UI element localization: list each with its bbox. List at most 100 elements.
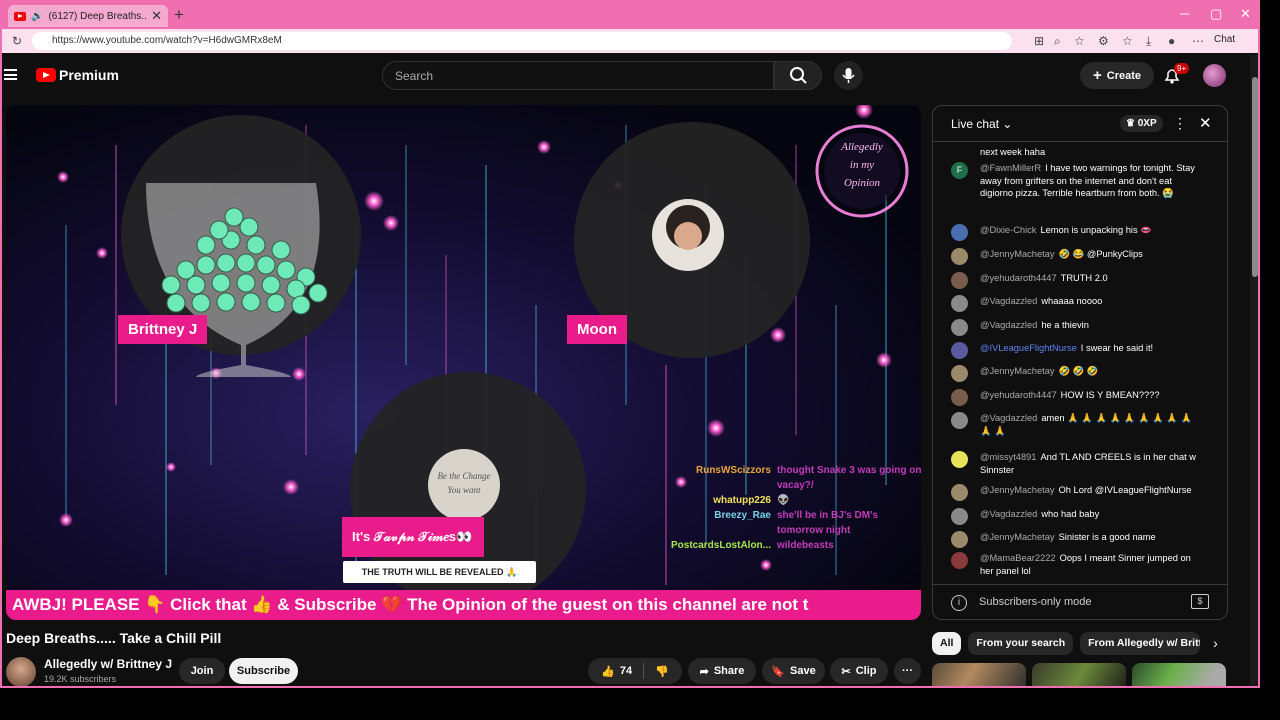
chat-avatar[interactable] (951, 552, 968, 569)
speaker-icon[interactable]: 🔊 (31, 11, 43, 22)
chat-messages[interactable]: next week haha F @FawnMillerR I have two wa… (933, 142, 1227, 582)
extension-icon[interactable]: ⚙ (1098, 34, 1109, 48)
chat-author[interactable]: @IVLeagueFlightNurse (980, 343, 1077, 353)
youtube-logo[interactable]: Premium (36, 67, 119, 83)
chip-from-channel[interactable]: From Allegedly w/ Britt (1080, 632, 1201, 655)
reload-icon[interactable]: ↻ (12, 34, 22, 48)
channel-avatar[interactable] (6, 657, 36, 686)
chat-menu-icon[interactable]: ⋮ (1173, 115, 1187, 132)
chat-message: @yehudaroth4447 TRUTH 2.0 (951, 272, 1201, 289)
close-window-icon[interactable]: ✕ (1240, 6, 1251, 22)
scrollbar-thumb[interactable] (1252, 77, 1258, 277)
chat-avatar[interactable] (951, 389, 968, 406)
join-button[interactable]: Join (179, 658, 225, 684)
zoom-icon[interactable]: ⌕ (1054, 34, 1061, 49)
more-actions-button[interactable]: ··· (894, 658, 921, 684)
thumbnail[interactable] (932, 663, 1026, 686)
chat-avatar[interactable] (951, 451, 968, 468)
chat-avatar[interactable] (951, 295, 968, 312)
xp-badge[interactable]: ♛ 0XP (1120, 115, 1163, 132)
reader-icon[interactable]: ⊞ (1034, 34, 1044, 48)
thumbs-down-icon[interactable]: 👎 (655, 665, 669, 678)
chat-message: @JennyMachetay 🤣 😂 @PunkyClips (951, 248, 1201, 265)
chat-message: next week haha (951, 146, 1201, 159)
chat-author[interactable]: @JennyMachetay (980, 532, 1055, 542)
chat-author[interactable]: @yehudaroth4447 (980, 390, 1057, 400)
chat-text: HOW IS Y BMEAN???? (1060, 390, 1160, 400)
video-player[interactable]: Allegedly in my Opinion Be the Change Yo… (6, 105, 921, 620)
chat-message: @JennyMachetay Oh Lord @IVLeagueFlightNur… (951, 484, 1201, 501)
chat-author[interactable]: @yehudaroth4447 (980, 273, 1057, 283)
menu-icon[interactable] (4, 69, 17, 80)
chat-author[interactable]: @Vagdazzled (980, 413, 1037, 423)
chat-avatar[interactable] (951, 365, 968, 382)
chip-from-search[interactable]: From your search (968, 632, 1074, 655)
chip-all[interactable]: All (932, 632, 962, 655)
chat-avatar[interactable] (951, 272, 968, 289)
youtube-logo-icon (36, 68, 56, 82)
guest-name-tag: Moon (567, 315, 627, 344)
overlay-chat-message: thought Snake 3 was going on vacay?/ (777, 465, 921, 491)
voice-search-button[interactable] (834, 61, 863, 90)
save-label: Save (790, 665, 816, 677)
chat-author[interactable]: @Vagdazzled (980, 296, 1037, 306)
recommendation-chips: All From your search From Allegedly w/ B… (932, 632, 1218, 655)
chat-avatar[interactable] (951, 508, 968, 525)
thumbnail[interactable] (1032, 663, 1126, 686)
tab-close-icon[interactable]: ✕ (151, 8, 162, 24)
chat-author[interactable]: @JennyMachetay (980, 485, 1055, 495)
chat-author[interactable]: @missyt4891 (980, 452, 1036, 462)
chat-author[interactable]: @FawnMillerR (980, 163, 1041, 173)
maximize-icon[interactable]: ▢ (1210, 6, 1222, 22)
info-icon[interactable]: i (951, 595, 967, 611)
thumbnail[interactable] (1132, 663, 1226, 686)
clip-button[interactable]: ✂ Clip (830, 658, 888, 684)
share-button[interactable]: ➦ Share (688, 658, 756, 684)
chat-author[interactable]: @Dixie-Chick (980, 225, 1036, 235)
favorites-icon[interactable]: ☆ (1122, 34, 1133, 48)
download-icon[interactable]: ⤓ (1146, 34, 1151, 49)
page-scrollbar[interactable] (1250, 55, 1258, 686)
search-button[interactable] (774, 61, 822, 90)
chat-message: @Vagdazzled whaaaa noooo (951, 295, 1201, 312)
subscribers-only-label: Subscribers-only mode (979, 596, 1092, 608)
profile-icon[interactable]: ● (1168, 34, 1175, 48)
create-label: Create (1106, 69, 1141, 82)
chat-author[interactable]: @JennyMachetay (980, 366, 1055, 376)
chat-avatar[interactable]: F (951, 162, 968, 179)
chat-author[interactable]: @JennyMachetay (980, 249, 1055, 259)
chat-avatar[interactable] (951, 248, 968, 265)
channel-name[interactable]: Allegedly w/ Brittney J (44, 657, 172, 671)
chat-avatar[interactable] (951, 224, 968, 241)
minimize-icon[interactable]: ─ (1180, 6, 1189, 21)
new-tab-button[interactable]: + (174, 5, 184, 25)
like-button[interactable]: 👍 74 (601, 665, 632, 678)
search-input[interactable]: Search (382, 61, 774, 90)
chat-text: 🤣 🤣 🤣 (1058, 366, 1099, 376)
chat-author[interactable]: @Vagdazzled (980, 320, 1037, 330)
chat-avatar[interactable] (951, 319, 968, 336)
live-chat-title[interactable]: Live chat ⌄ (951, 117, 1012, 131)
subscribe-button[interactable]: Subscribe (229, 658, 298, 684)
create-button[interactable]: + Create (1080, 62, 1154, 89)
chat-avatar[interactable] (951, 484, 968, 501)
account-avatar[interactable] (1203, 64, 1226, 87)
url-field[interactable]: https://www.youtube.com/watch?v=H6dwGMRx… (32, 32, 1012, 50)
url-text: https://www.youtube.com/watch?v=H6dwGMRx… (52, 35, 282, 46)
chat-author[interactable]: @MamaBear2222 (980, 553, 1056, 563)
svg-text:Opinion: Opinion (844, 177, 881, 189)
copilot-chat-button[interactable]: Chat (1214, 34, 1235, 45)
more-icon[interactable]: ⋯ (1192, 34, 1204, 48)
bookmark-icon: 🔖 (771, 665, 785, 678)
chat-avatar[interactable] (951, 531, 968, 548)
browser-tab[interactable]: 🔊 (6127) Deep Breaths..... Take a ✕ (8, 5, 168, 27)
chat-close-icon[interactable]: ✕ (1199, 114, 1212, 132)
chat-avatar[interactable] (951, 342, 968, 359)
overlay-chat-row: RunsWScizzors thought Snake 3 was going o… (646, 463, 921, 493)
chat-author[interactable]: @Vagdazzled (980, 509, 1037, 519)
chat-avatar[interactable] (951, 412, 968, 429)
save-button[interactable]: 🔖 Save (762, 658, 825, 684)
star-icon[interactable]: ☆ (1074, 34, 1085, 48)
super-chat-icon[interactable]: $ (1191, 594, 1209, 609)
chevron-right-icon[interactable]: › (1213, 632, 1218, 655)
